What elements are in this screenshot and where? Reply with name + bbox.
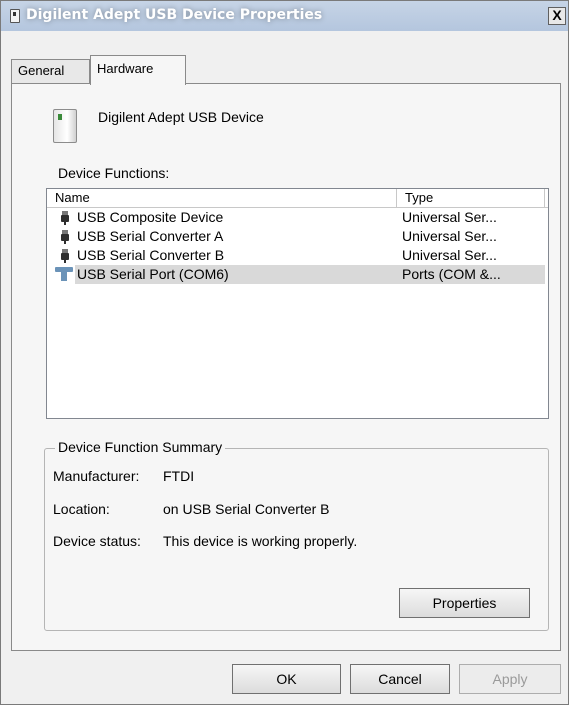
manufacturer-label: Manufacturer: <box>53 468 140 484</box>
device-functions-label: Device Functions: <box>58 165 170 181</box>
list-item-selected[interactable]: USB Serial Port (COM6) Ports (COM &... <box>47 265 548 284</box>
title-bar[interactable]: Digilent Adept USB Device Properties X <box>1 1 568 31</box>
usb-plug-icon <box>61 211 69 225</box>
item-name: USB Serial Converter A <box>77 228 224 244</box>
list-header: Name Type <box>47 189 548 208</box>
item-type: Universal Ser... <box>402 247 497 263</box>
serial-port-icon <box>55 267 73 281</box>
column-header-name[interactable]: Name <box>47 189 397 207</box>
item-name: USB Serial Port (COM6) <box>75 265 403 284</box>
window-title: Digilent Adept USB Device Properties <box>26 7 323 23</box>
properties-dialog: Digilent Adept USB Device Properties X G… <box>0 0 569 705</box>
usb-device-icon <box>53 109 77 143</box>
usb-plug-icon <box>61 249 69 263</box>
tab-hardware[interactable]: Hardware <box>90 55 186 85</box>
ok-button[interactable]: OK <box>232 664 341 694</box>
item-type: Universal Ser... <box>402 228 497 244</box>
list-item[interactable]: USB Serial Converter B Universal Ser... <box>47 246 548 265</box>
device-status-value: This device is working properly. <box>163 533 358 549</box>
item-name: USB Composite Device <box>77 209 224 225</box>
properties-button[interactable]: Properties <box>399 588 530 618</box>
tab-general[interactable]: General <box>11 59 90 83</box>
device-functions-list[interactable]: Name Type USB Composite Device Universal… <box>46 188 549 419</box>
manufacturer-value: FTDI <box>163 468 195 484</box>
apply-button[interactable]: Apply <box>459 664 561 694</box>
device-status-label: Device status: <box>53 533 141 549</box>
close-button[interactable]: X <box>548 7 566 25</box>
device-icon <box>10 9 20 23</box>
summary-group-title: Device Function Summary <box>55 439 226 455</box>
column-header-type[interactable]: Type <box>397 189 545 207</box>
device-name: Digilent Adept USB Device <box>98 109 264 125</box>
list-item[interactable]: USB Serial Converter A Universal Ser... <box>47 227 548 246</box>
usb-plug-icon <box>61 230 69 244</box>
item-type: Universal Ser... <box>402 209 497 225</box>
cancel-button[interactable]: Cancel <box>350 664 450 694</box>
location-label: Location: <box>53 501 110 517</box>
item-type: Ports (COM &... <box>397 265 545 284</box>
location-value: on USB Serial Converter B <box>163 501 330 517</box>
item-name: USB Serial Converter B <box>77 247 225 263</box>
list-item[interactable]: USB Composite Device Universal Ser... <box>47 208 548 227</box>
list-rows: USB Composite Device Universal Ser... US… <box>47 208 548 284</box>
